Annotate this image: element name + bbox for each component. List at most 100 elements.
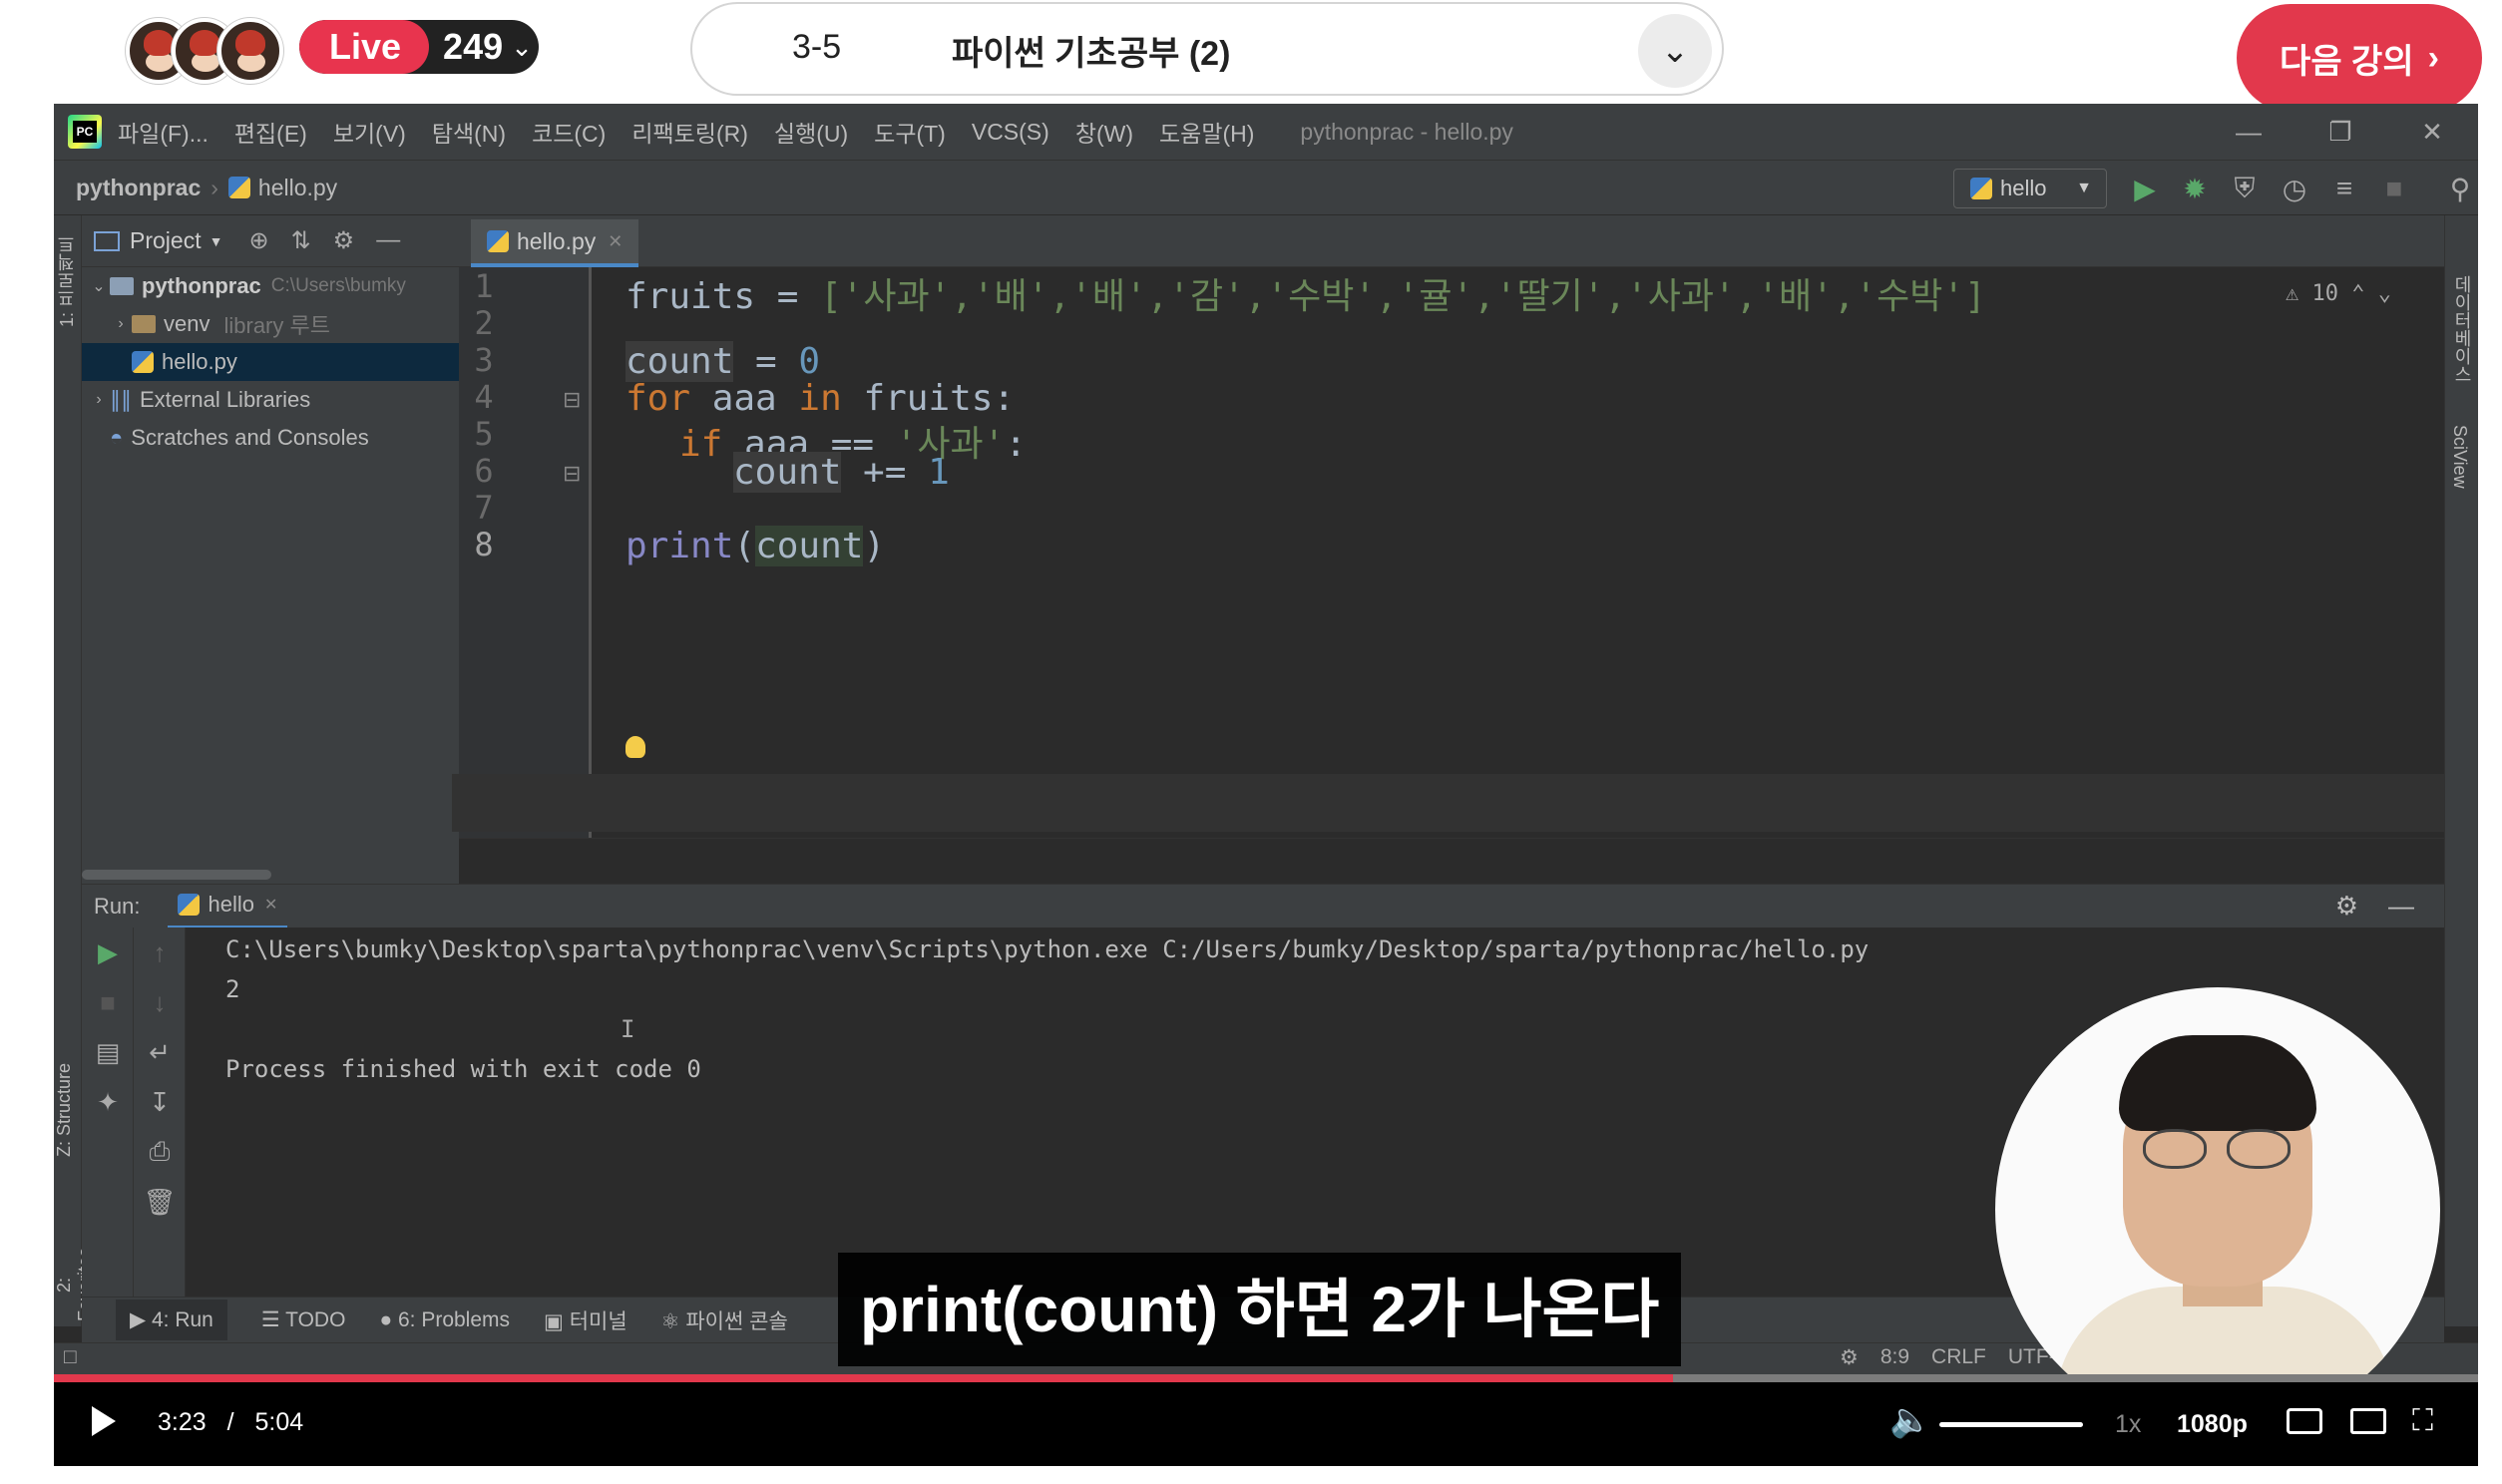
playback-speed[interactable]: 1x xyxy=(2115,1410,2141,1439)
minimize-icon[interactable]: — xyxy=(2203,117,2294,148)
progress-bar[interactable] xyxy=(54,1374,2478,1382)
breadcrumb-file[interactable]: hello.py xyxy=(258,175,337,201)
fold-icon[interactable]: ⊟ xyxy=(563,461,581,487)
captions-icon[interactable] xyxy=(2287,1408,2322,1434)
menu-file[interactable]: 파일(F)... xyxy=(118,115,208,149)
stop-icon[interactable]: ■ xyxy=(2376,173,2412,204)
tool-tab-python-console[interactable]: ⚛ 파이썬 콘솔 xyxy=(661,1305,788,1335)
scroll-to-end-icon[interactable]: ↧ xyxy=(134,1077,186,1127)
search-icon[interactable]: ⚲ xyxy=(2442,173,2478,205)
database-tool-tab[interactable]: 데이터베이스 xyxy=(2449,275,2475,383)
run-tab-label: hello xyxy=(208,892,254,917)
chevron-down-icon: ⌄ xyxy=(511,31,533,62)
code-editor[interactable]: fruits = ['사과','배','배','감','수박','귤','딸기'… xyxy=(452,267,2478,838)
tool-tab-label: TODO xyxy=(285,1308,346,1331)
project-view-select[interactable]: Project xyxy=(130,227,202,254)
tab-hello-py[interactable]: hello.py ✕ xyxy=(471,219,639,267)
tool-tab-run[interactable]: ▶ 4: Run xyxy=(116,1299,227,1340)
caret-position[interactable]: 8:9 xyxy=(1880,1345,1909,1370)
lightbulb-icon[interactable] xyxy=(626,736,645,758)
tree-item-hello-py[interactable]: hello.py xyxy=(82,343,459,381)
pin-icon[interactable]: ✦ xyxy=(82,1077,134,1127)
profile-icon[interactable]: ◷ xyxy=(2277,173,2312,205)
breadcrumb-project[interactable]: pythonprac xyxy=(76,175,201,201)
next-lecture-button[interactable]: 다음 강의 › xyxy=(2237,4,2482,112)
left-tool-stripe: 1: 프로젝트 Z: Structure 2: Favorites xyxy=(54,215,95,1326)
hide-icon[interactable]: — xyxy=(2388,891,2414,922)
menu-tools[interactable]: 도구(T) xyxy=(874,115,946,149)
soft-wrap-icon[interactable]: ↵ xyxy=(134,1027,186,1077)
lecture-selector[interactable]: 3-5 파이썬 기초공부 (2) ⌄ xyxy=(690,2,1724,96)
menu-vcs[interactable]: VCS(S) xyxy=(972,119,1049,146)
line-separator[interactable]: CRLF xyxy=(1931,1345,1986,1370)
build-icon[interactable]: ≡ xyxy=(2326,173,2362,204)
chevron-down-icon[interactable]: ⌄ xyxy=(1638,14,1712,88)
tree-item-scratches[interactable]: ◓ Scratches and Consoles xyxy=(82,419,459,457)
menu-edit[interactable]: 편집(E) xyxy=(234,115,307,149)
project-tool-tab[interactable]: 1: 프로젝트 xyxy=(54,235,82,327)
menu-code[interactable]: 코드(C) xyxy=(532,115,606,149)
quality-select[interactable]: 1080p xyxy=(2177,1410,2248,1439)
console-output: 2 xyxy=(225,975,240,1003)
caret-down-icon[interactable]: ▼ xyxy=(209,233,223,249)
tool-window-toggle-icon[interactable]: □ xyxy=(64,1345,77,1369)
live-viewers-pill[interactable]: Live 249 ⌄ xyxy=(299,20,539,74)
menu-navigate[interactable]: 탐색(N) xyxy=(432,115,506,149)
structure-tool-tab[interactable]: Z: Structure xyxy=(54,1063,82,1157)
code-token: += xyxy=(841,452,929,493)
debug-icon[interactable]: ✹ xyxy=(2177,173,2213,205)
fold-icon[interactable]: ⊟ xyxy=(563,387,581,413)
tree-item-venv[interactable]: › venv library 루트 xyxy=(82,305,459,343)
horizontal-scrollbar[interactable] xyxy=(82,870,271,880)
event-log-icon[interactable]: ⚙ xyxy=(1840,1345,1859,1370)
stop-icon[interactable]: ■ xyxy=(82,977,134,1027)
play-icon[interactable] xyxy=(92,1406,116,1436)
volume-slider[interactable] xyxy=(1939,1422,2083,1427)
sciview-tool-tab[interactable]: SciView xyxy=(2449,425,2470,489)
webcam-hair xyxy=(2119,1035,2316,1131)
chevron-right-icon[interactable]: › xyxy=(110,315,132,333)
down-arrow-icon[interactable]: ↓ xyxy=(134,977,186,1027)
menu-window[interactable]: 창(W) xyxy=(1075,115,1133,149)
chevron-down-icon[interactable]: ⌄ xyxy=(88,276,110,296)
code-token: fruits xyxy=(626,276,756,317)
menu-view[interactable]: 보기(V) xyxy=(333,115,406,149)
tree-item-project-root[interactable]: ⌄ pythonprac C:\Users\bumky xyxy=(82,267,459,305)
print-icon[interactable]: ⎙ xyxy=(134,1127,186,1177)
hide-icon[interactable]: — xyxy=(376,226,400,255)
warning-indicator[interactable]: ⚠ 10 ⌃ ⌄ xyxy=(2286,281,2391,306)
viewer-count: 249 xyxy=(443,26,504,67)
tree-item-label: Scratches and Consoles xyxy=(131,425,369,450)
video-player[interactable]: 파일(F)... 편집(E) 보기(V) 탐색(N) 코드(C) 리팩토링(R)… xyxy=(54,104,2478,1466)
close-icon[interactable]: ✕ xyxy=(2386,117,2478,148)
close-tab-icon[interactable]: ✕ xyxy=(608,231,623,252)
collapse-all-icon[interactable]: ⇅ xyxy=(291,226,311,255)
layout-icon[interactable]: ▤ xyxy=(82,1027,134,1077)
run-tab-hello[interactable]: hello ✕ xyxy=(168,885,288,928)
tool-tab-problems[interactable]: ● 6: Problems xyxy=(379,1308,510,1332)
menu-help[interactable]: 도움말(H) xyxy=(1159,115,1254,149)
up-arrow-icon[interactable]: ↑ xyxy=(134,928,186,977)
line-number: 7 xyxy=(474,489,494,527)
trash-icon[interactable]: 🗑 xyxy=(134,1177,186,1227)
gear-icon[interactable]: ⚙ xyxy=(2335,891,2358,922)
tool-tab-terminal[interactable]: ▣ 터미널 xyxy=(544,1305,627,1335)
tool-tab-todo[interactable]: ☰ TODO xyxy=(261,1307,346,1332)
restore-icon[interactable]: ❐ xyxy=(2294,117,2386,148)
volume-icon[interactable]: 🔈 xyxy=(1889,1400,1931,1440)
menu-refactor[interactable]: 리팩토링(R) xyxy=(631,115,748,149)
menu-run[interactable]: 실행(U) xyxy=(774,115,848,149)
run-configuration-select[interactable]: hello ▼ xyxy=(1953,169,2107,208)
chevron-right-icon[interactable]: › xyxy=(88,391,110,409)
gear-icon[interactable]: ⚙ xyxy=(333,226,355,255)
close-tab-icon[interactable]: ✕ xyxy=(264,895,277,915)
favorites-tool-tab[interactable]: 2: Favorites xyxy=(54,1243,95,1326)
picture-in-picture-icon[interactable] xyxy=(2350,1408,2386,1434)
window-controls: — ❐ ✕ xyxy=(2203,104,2478,160)
coverage-icon[interactable]: ⛨ xyxy=(2227,173,2263,205)
rerun-icon[interactable]: ▶ xyxy=(82,928,134,977)
run-icon[interactable]: ▶ xyxy=(2127,173,2163,205)
locate-icon[interactable]: ⊕ xyxy=(248,226,268,255)
tree-item-external-libraries[interactable]: › ∥∥ External Libraries xyxy=(82,381,459,419)
fullscreen-icon[interactable]: ⛶ xyxy=(2412,1404,2433,1438)
